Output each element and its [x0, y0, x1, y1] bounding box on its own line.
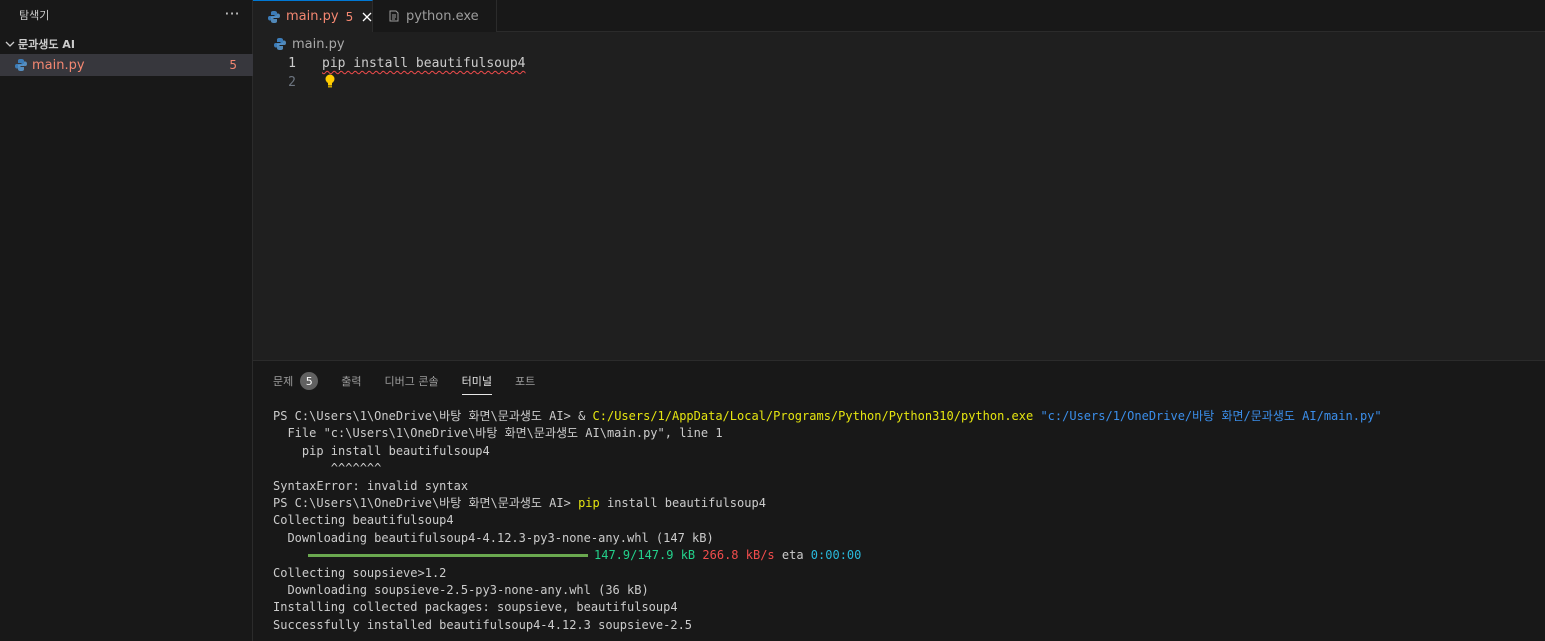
explorer-title: 탐색기 — [19, 9, 50, 22]
download-progress-bar — [308, 554, 588, 558]
terminal-line: Downloading beautifulsoup4-4.12.3-py3-no… — [273, 530, 714, 545]
amp: & — [578, 409, 593, 423]
folder-item[interactable]: 문과생도 AI — [0, 34, 253, 54]
file-item-main-py[interactable]: main.py 5 — [0, 54, 253, 76]
tab-terminal[interactable]: 터미널 — [461, 373, 493, 395]
error-squiggle: pip install beautifulsoup4 — [322, 56, 526, 71]
terminal-line: 147.9/147.9 kB 266.8 kB/s eta 0:00:00 — [273, 547, 1382, 564]
download-speed: 266.8 kB/s — [702, 548, 775, 563]
tab-ports[interactable]: 포트 — [515, 373, 535, 389]
code-editor[interactable]: 1 pip install beautifulsoup4 2 — [253, 54, 1545, 360]
folder-name: 문과생도 AI — [18, 38, 75, 51]
explorer-sidebar: 탐색기 ··· 문과생도 AI main.py 5 — [0, 0, 253, 641]
terminal-line: pip install beautifulsoup4 — [273, 443, 490, 458]
terminal-line: Successfully installed beautifulsoup4-4.… — [273, 617, 693, 632]
problems-count: 5 — [229, 58, 237, 72]
python-icon — [267, 10, 281, 24]
problems-badge: 5 — [300, 372, 319, 390]
tab-label: 포트 — [514, 375, 536, 388]
python-icon — [14, 58, 28, 72]
close-icon[interactable] — [361, 9, 372, 25]
breadcrumb[interactable]: main.py — [253, 34, 345, 54]
tab-problems[interactable]: 문제 5 — [273, 372, 319, 390]
chevron-down-icon — [2, 34, 18, 54]
terminal-icon — [387, 9, 401, 23]
prompt: PS C:\Users\1\OneDrive\바탕 화면\문과생도 AI> — [273, 409, 579, 423]
tab-python-exe[interactable]: python.exe — [373, 0, 497, 32]
terminal-line: PS C:\Users\1\OneDrive\바탕 화면\문과생도 AI> pi… — [273, 495, 1382, 512]
eta-label: eta — [781, 548, 804, 563]
terminal-line: SyntaxError: invalid syntax — [273, 478, 469, 493]
terminal-line: Collecting soupsieve>1.2 — [273, 565, 447, 580]
tab-label: main.py — [286, 9, 339, 24]
terminal-line: Collecting beautifulsoup4 — [273, 513, 454, 528]
breadcrumb-file: main.py — [292, 36, 345, 52]
download-size: 147.9/147.9 kB — [594, 548, 696, 563]
tab-output[interactable]: 출력 — [341, 373, 361, 389]
code-text: pip install beautifulsoup4 — [322, 54, 526, 73]
tab-debug-console[interactable]: 디버그 콘솔 — [385, 373, 439, 389]
more-actions-icon[interactable]: ··· — [222, 2, 242, 26]
terminal-line: File "c:\Users\1\OneDrive\바탕 화면\문과생도 AI\… — [273, 426, 723, 441]
terminal-line: Downloading soupsieve-2.5-py3-none-any.w… — [273, 582, 649, 597]
command: pip — [578, 495, 600, 510]
panel-tabs: 문제 5 출력 디버그 콘솔 터미널 포트 — [273, 369, 558, 395]
lightbulb-icon[interactable] — [323, 73, 337, 89]
tab-main-py[interactable]: main.py 5 — [253, 0, 373, 32]
bottom-panel: 문제 5 출력 디버그 콘솔 터미널 포트 PS C:\Users\1\OneD… — [253, 360, 1545, 641]
terminal-line: Installing collected packages: soupsieve… — [273, 600, 678, 615]
python-path: C:/Users/1/AppData/Local/Programs/Python… — [592, 409, 1034, 423]
tab-problems-badge: 5 — [345, 9, 354, 24]
editor-tab-bar: main.py 5 python.exe — [253, 0, 1545, 32]
terminal-line: ^^^^^^^ — [273, 461, 382, 476]
tab-label: 문제 — [273, 375, 294, 388]
tab-label: python.exe — [406, 8, 479, 24]
file-name: main.py — [32, 57, 85, 73]
line-number: 2 — [288, 75, 296, 90]
prompt: PS C:\Users\1\OneDrive\바탕 화면\문과생도 AI> — [273, 495, 579, 510]
command-args: install beautifulsoup4 — [599, 495, 766, 510]
script-arg: "c:/Users/1/OneDrive/바탕 화면/문과생도 AI/main.… — [1033, 409, 1382, 423]
terminal-output[interactable]: PS C:\Users\1\OneDrive\바탕 화면\문과생도 AI> & … — [273, 408, 1382, 634]
python-icon — [273, 37, 287, 51]
eta-value: 0:00:00 — [810, 548, 862, 563]
line-number: 1 — [288, 56, 296, 71]
tab-label: 출력 — [341, 375, 362, 388]
tab-label: 터미널 — [461, 375, 492, 388]
tab-label: 디버그 콘솔 — [384, 375, 439, 388]
terminal-line: PS C:\Users\1\OneDrive\바탕 화면\문과생도 AI> & … — [273, 408, 1382, 425]
